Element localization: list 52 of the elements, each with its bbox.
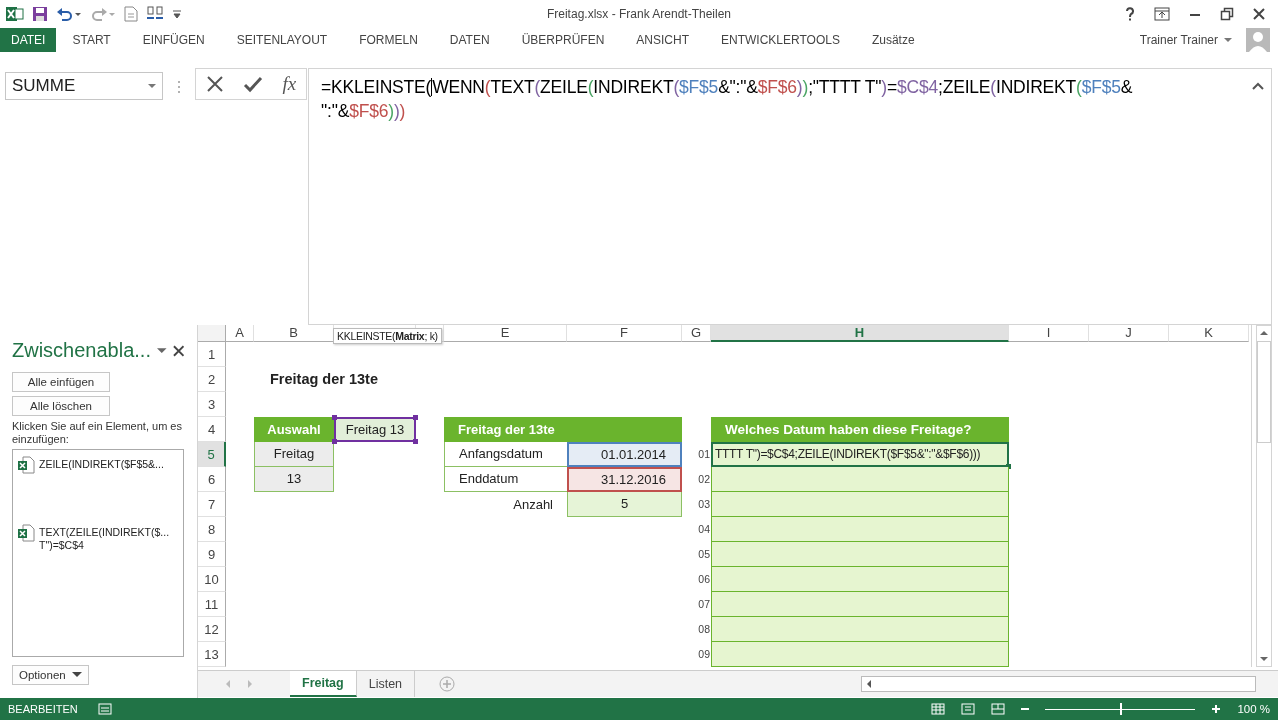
formula-token: $F$5 (679, 77, 719, 97)
formula-token: $F$6 (757, 77, 797, 97)
formula-token: ) (399, 101, 406, 121)
formula-token: $F$5 (1081, 77, 1121, 97)
sheet-title: Freitag der 13te (269, 370, 379, 389)
row-number: 05 (697, 547, 711, 562)
table-header: Welches Datum haben diese Freitage? (711, 417, 1009, 442)
table-header: Auswahl (254, 417, 334, 442)
row-number: 02 (697, 472, 711, 487)
row-number: 01 (697, 447, 711, 462)
pane-hint: Klicken Sie auf ein Element, um es einzufügen: (12, 420, 183, 446)
formula-token: $F$6 (349, 101, 389, 121)
row-number: 06 (697, 572, 711, 587)
formula-token: = (886, 77, 897, 97)
row-number: 09 (697, 647, 711, 662)
table-cell: 13 (254, 467, 334, 492)
formula-token: INDIREKT (593, 77, 674, 97)
formula-token: ( (484, 77, 491, 97)
table-cell-text: Anzahl (512, 496, 554, 514)
table-cell: Freitag (254, 442, 334, 467)
formula-token: ) (881, 77, 887, 97)
formula-token: WENN (432, 77, 485, 97)
formula-token: ) (393, 101, 400, 121)
formula-token: &":"& (718, 77, 758, 97)
row-number: 08 (697, 622, 711, 637)
row-number: 03 (697, 497, 711, 512)
formula-token: ;ZEILE (938, 77, 991, 97)
formula-token: ) (796, 77, 803, 97)
formula-token: $C$4 (897, 77, 939, 97)
window-title: Freitag.xlsx - Frank Arendt-Theilen (546, 7, 732, 21)
pane-title: Zwischenabla... (12, 339, 151, 362)
formula-token: ( (673, 77, 680, 97)
formula-token: =KKLEINSTE( (321, 77, 432, 97)
formula-token: ( (587, 77, 594, 97)
formula-token: ZEILE (540, 77, 588, 97)
formula-token: ( (1076, 77, 1082, 97)
table-cell: Enddatum (444, 467, 567, 492)
row-number: 07 (697, 597, 711, 612)
row-number: 04 (697, 522, 711, 537)
status-mode: BEARBEITEN (8, 703, 78, 715)
formula-token: TEXT (490, 77, 535, 97)
table-cell: Anfangsdatum (444, 442, 567, 467)
table-header: Freitag der 13te (444, 417, 682, 442)
formula-token: ) (388, 101, 394, 121)
formula-token: ":"& (321, 101, 350, 121)
formula-token: ( (990, 77, 996, 97)
formula-token: ( (534, 77, 541, 97)
formula-token: ;"TTTT T" (808, 77, 882, 97)
formula-token: INDIREKT (995, 77, 1077, 97)
formula-token: & (1120, 77, 1133, 97)
formula-token: ) (802, 77, 809, 97)
function-tooltip: KKLEINSTE(Matrix; k) (333, 328, 442, 344)
